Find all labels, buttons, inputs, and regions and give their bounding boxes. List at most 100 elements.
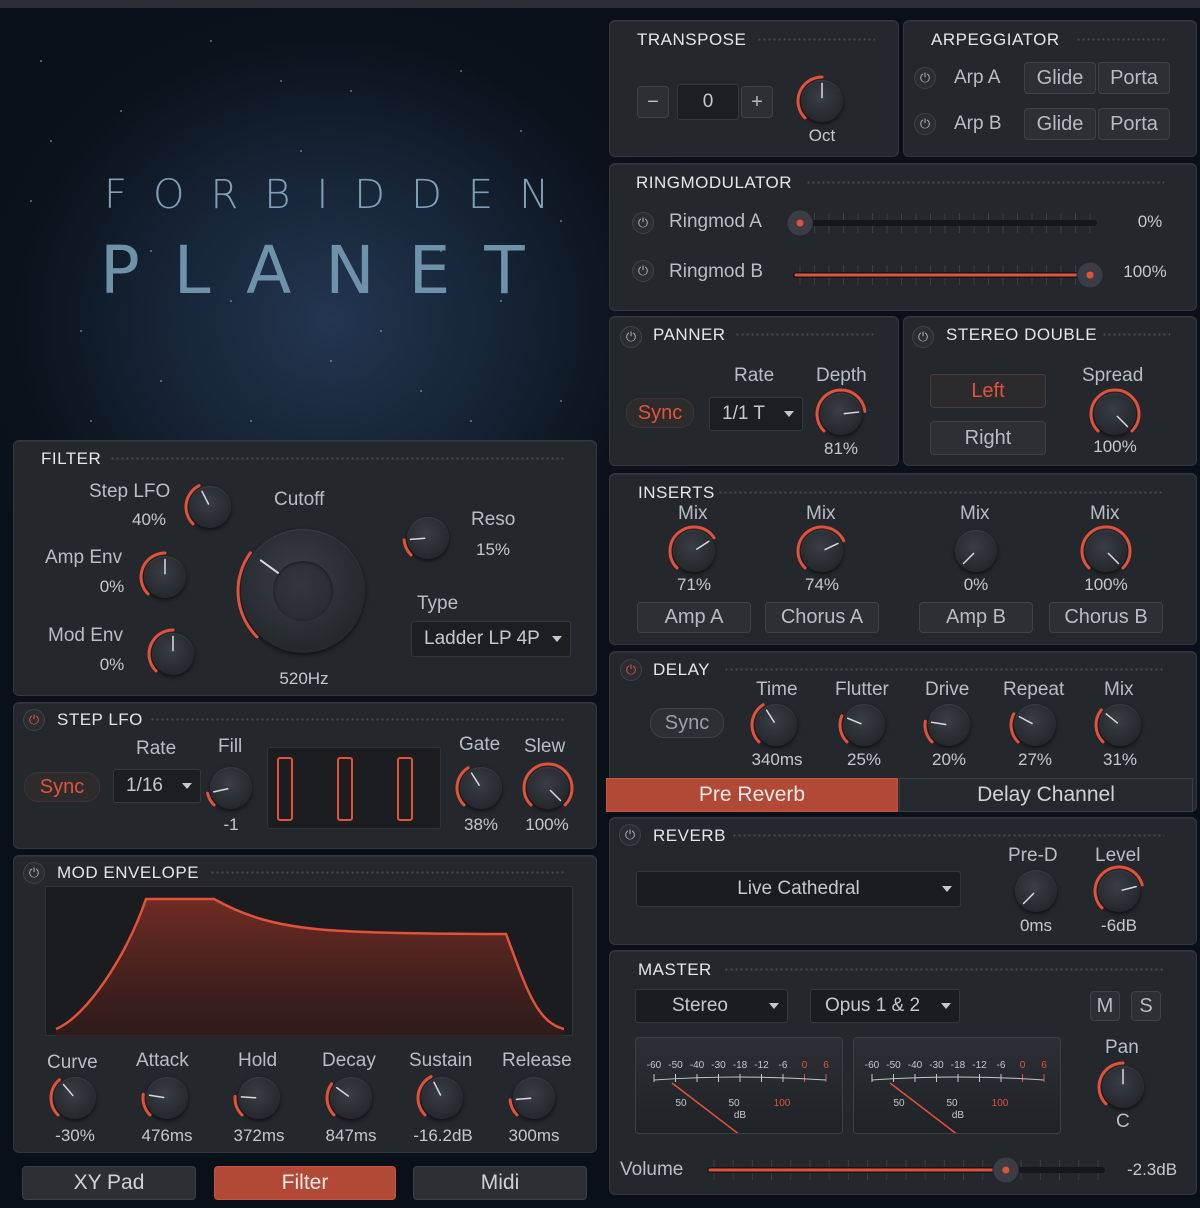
step-sequencer[interactable] <box>267 747 441 829</box>
decay-knob[interactable] <box>325 1077 372 1119</box>
chevron-down-icon <box>784 411 794 417</box>
hold-knob[interactable] <box>233 1077 280 1119</box>
transpose-minus-button[interactable]: − <box>637 86 669 118</box>
octave-knob[interactable] <box>796 75 843 122</box>
chorus-a-button[interactable]: Chorus A <box>765 602 879 633</box>
panner-depth-knob[interactable] <box>815 388 867 435</box>
arp-b-glide-button[interactable]: Glide <box>1024 108 1096 140</box>
step-lfo-slew-knob[interactable] <box>522 762 574 809</box>
filter-mod-env-knob[interactable] <box>147 628 194 675</box>
delay-repeat-knob[interactable] <box>1009 704 1056 746</box>
reverb-power-icon[interactable]: ⏻ <box>619 824 641 846</box>
step-lfo-fill-knob[interactable] <box>206 767 252 809</box>
star <box>560 400 562 402</box>
star <box>160 380 162 382</box>
attack-label: Attack <box>136 1050 189 1071</box>
insert-2-mix-knob[interactable] <box>796 525 846 572</box>
insert-1-mix-knob[interactable] <box>668 525 716 572</box>
arp-a-porta-button[interactable]: Porta <box>1098 62 1170 94</box>
amp-a-button[interactable]: Amp A <box>637 602 751 633</box>
solo-button[interactable]: S <box>1131 991 1161 1021</box>
tab-delay-channel[interactable]: Delay Channel <box>899 778 1193 812</box>
panner-rate-dropdown[interactable]: 1/1 T <box>709 397 803 431</box>
step-lfo-rate-dropdown[interactable]: 1/16 <box>113 769 201 803</box>
step-bar[interactable] <box>397 757 413 821</box>
star <box>520 130 522 132</box>
curve-knob[interactable] <box>49 1077 96 1119</box>
reso-knob[interactable] <box>402 517 449 559</box>
reverb-level-knob[interactable] <box>1093 865 1144 912</box>
insert-3-mix-knob[interactable] <box>955 530 997 572</box>
star <box>470 420 472 422</box>
ringmod-a-slider[interactable] <box>786 208 1104 238</box>
release-knob[interactable] <box>508 1077 555 1119</box>
tab-pre-reverb[interactable]: Pre Reverb <box>606 778 898 812</box>
stereo-double-power-icon[interactable]: ⏻ <box>912 326 934 348</box>
panner-sync-button[interactable]: Sync <box>626 398 694 428</box>
volume-slider[interactable] <box>700 1155 1112 1185</box>
step-lfo-gate-knob[interactable] <box>455 766 502 809</box>
panner-title: PANNER <box>653 325 726 344</box>
pan-knob[interactable] <box>1097 1061 1144 1108</box>
stereo-left-button[interactable]: Left <box>930 374 1046 408</box>
envelope-display[interactable] <box>45 886 573 1037</box>
output-channel-dropdown[interactable]: Opus 1 & 2 <box>810 989 960 1023</box>
reverb-preset-dropdown[interactable]: Live Cathedral <box>636 871 961 907</box>
arp-b-porta-button[interactable]: Porta <box>1098 108 1170 140</box>
hold-value: 372ms <box>233 1126 285 1145</box>
delay-mix-value: 31% <box>1102 750 1138 769</box>
filter-amp-env-knob[interactable] <box>139 551 186 598</box>
arp-a-power-icon[interactable]: ⏻ <box>914 67 936 89</box>
tab-filter[interactable]: Filter <box>214 1166 396 1200</box>
step-bar[interactable] <box>277 757 293 821</box>
delay-power-icon[interactable]: ⏻ <box>620 659 642 681</box>
step-lfo-power-icon[interactable]: ⏻ <box>23 709 45 731</box>
insert-4-mix-knob[interactable] <box>1080 525 1132 572</box>
insert-3-mix-value: 0% <box>963 575 989 594</box>
insert-3-mix-label: Mix <box>960 503 990 524</box>
delay-flutter-knob[interactable] <box>838 704 885 746</box>
cutoff-knob[interactable] <box>236 529 365 653</box>
delay-sync-button[interactable]: Sync <box>650 708 724 738</box>
meter-tick-label: 6 <box>1041 1060 1047 1071</box>
spread-knob[interactable] <box>1089 388 1141 435</box>
sustain-knob[interactable] <box>416 1075 463 1119</box>
ringmod-b-slider[interactable] <box>786 260 1104 290</box>
step-lfo-sync-button[interactable]: Sync <box>24 772 100 802</box>
transpose-value-field[interactable]: 0 <box>677 84 739 120</box>
arp-a-glide-button[interactable]: Glide <box>1024 62 1096 94</box>
output-mode-dropdown[interactable]: Stereo <box>635 989 788 1023</box>
knob-arc <box>1009 712 1033 744</box>
stereo-right-button[interactable]: Right <box>930 421 1046 455</box>
reverb-preset-value: Live Cathedral <box>737 878 860 899</box>
step-bar[interactable] <box>337 757 353 821</box>
panner-rate-value: 1/1 T <box>722 403 765 424</box>
delay-mix-knob[interactable] <box>1094 704 1141 746</box>
attack-knob[interactable] <box>141 1077 188 1119</box>
decay-value: 847ms <box>325 1126 377 1145</box>
meter-tick-label: 50 <box>893 1098 905 1109</box>
tab-midi[interactable]: Midi <box>413 1166 587 1200</box>
cutoff-value: 520Hz <box>279 669 329 688</box>
ringmod-b-power-icon[interactable]: ⏻ <box>632 260 654 282</box>
insert-4-mix-label: Mix <box>1090 503 1120 524</box>
tab-xy-pad[interactable]: XY Pad <box>22 1166 196 1200</box>
arp-b-power-icon[interactable]: ⏻ <box>914 113 936 135</box>
delay-time-knob[interactable] <box>750 703 797 746</box>
amp-b-button[interactable]: Amp B <box>919 602 1033 633</box>
transpose-plus-button[interactable]: + <box>741 86 773 118</box>
ringmod-a-power-icon[interactable]: ⏻ <box>632 212 654 234</box>
chorus-b-button[interactable]: Chorus B <box>1049 602 1163 633</box>
reverb-title: REVERB <box>653 826 726 845</box>
knob-arc <box>325 1082 350 1117</box>
panner-power-icon[interactable]: ⏻ <box>620 326 642 348</box>
predelay-knob[interactable] <box>1015 870 1057 912</box>
delay-drive-knob[interactable] <box>923 704 970 746</box>
filter-type-dropdown[interactable]: Ladder LP 4P <box>411 621 571 657</box>
meter-tick-label: -18 <box>951 1060 966 1071</box>
mod-envelope-power-icon[interactable]: ⏻ <box>23 862 45 884</box>
filter-step-lfo-knob[interactable] <box>184 484 231 528</box>
top-bar <box>0 0 1200 8</box>
title-dots <box>806 180 1164 186</box>
mute-button[interactable]: M <box>1090 991 1120 1021</box>
